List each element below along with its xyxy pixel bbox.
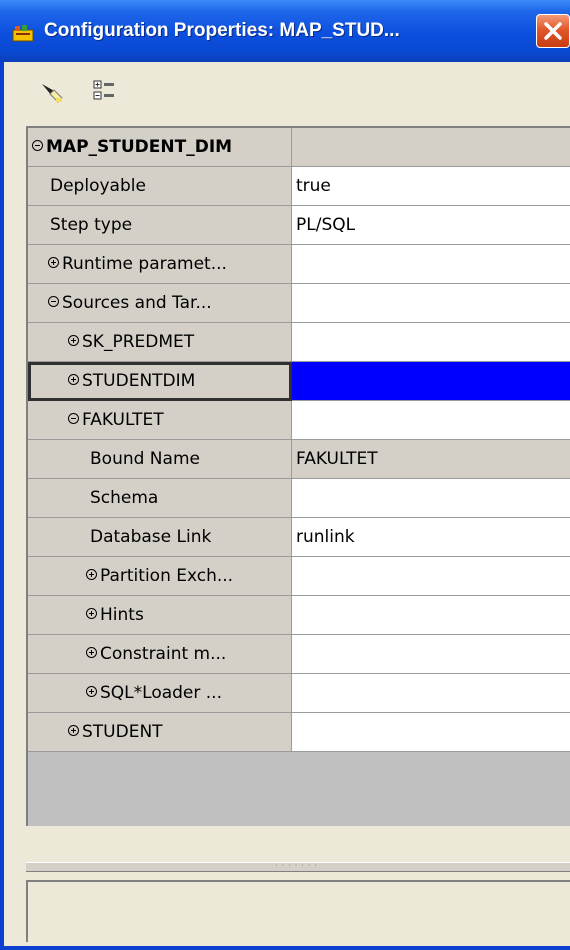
property-row-hints[interactable]: Hints [28,596,570,635]
property-name: SQL*Loader ... [100,683,222,703]
collapse-icon[interactable] [32,139,43,151]
property-value[interactable] [292,245,570,284]
property-row-database-link[interactable]: Database Link runlink [28,518,570,557]
property-name: SK_PREDMET [82,332,195,352]
expand-icon[interactable] [86,685,97,697]
property-value[interactable] [292,713,570,752]
property-value [292,128,570,167]
property-value[interactable] [292,596,570,635]
property-row-deployable[interactable]: Deployable true [28,167,570,206]
property-value[interactable]: true [292,167,570,206]
close-icon [544,22,562,40]
highlight-button[interactable] [36,76,66,106]
title-bar[interactable]: Configuration Properties: MAP_STUD... [0,0,570,62]
expand-icon[interactable] [68,373,79,385]
toolbar [4,62,570,120]
property-name: Constraint m... [100,644,227,664]
property-name: Bound Name [28,440,292,479]
property-row-root[interactable]: MAP_STUDENT_DIM [28,128,570,167]
collapse-icon[interactable] [68,412,79,424]
expand-collapse-icon [93,80,114,100]
property-name: Schema [28,479,292,518]
property-row-runtime-parameters[interactable]: Runtime paramet... [28,245,570,284]
property-row-studentdim[interactable]: STUDENTDIM [28,362,570,401]
property-value[interactable] [292,362,570,401]
property-value[interactable] [292,479,570,518]
property-value[interactable] [292,323,570,362]
property-value: FAKULTET [292,440,570,479]
property-name: Step type [28,206,292,245]
expand-icon[interactable] [68,334,79,346]
property-value[interactable] [292,557,570,596]
properties-panel: MAP_STUDENT_DIM Deployable true Step typ… [4,62,570,946]
property-row-sources-and-targets[interactable]: Sources and Tar... [28,284,570,323]
property-row-bound-name[interactable]: Bound Name FAKULTET [28,440,570,479]
property-name: Partition Exch... [100,566,234,586]
expand-icon[interactable] [68,724,79,736]
configuration-properties-window: Configuration Properties: MAP_STUD... MA… [0,0,570,950]
property-name: STUDENT [82,722,163,742]
expand-icon[interactable] [86,607,97,619]
expand-collapse-button[interactable] [90,76,120,106]
property-name: Sources and Tar... [62,293,212,313]
close-button[interactable] [536,14,570,48]
expand-icon[interactable] [48,256,59,268]
property-row-fakultet[interactable]: FAKULTET [28,401,570,440]
window-title: Configuration Properties: MAP_STUD... [44,20,400,41]
property-name: MAP_STUDENT_DIM [46,137,233,157]
property-name: Database Link [28,518,292,557]
expand-icon[interactable] [86,568,97,580]
property-value[interactable] [292,635,570,674]
property-row-schema[interactable]: Schema [28,479,570,518]
property-name: Runtime paramet... [62,254,227,274]
property-row-step-type[interactable]: Step type PL/SQL [28,206,570,245]
property-row-partition-exchange[interactable]: Partition Exch... [28,557,570,596]
app-icon [12,25,34,42]
property-value[interactable]: runlink [292,518,570,557]
property-row-constraint-management[interactable]: Constraint m... [28,635,570,674]
expand-icon[interactable] [86,646,97,658]
property-row-sql-loader[interactable]: SQL*Loader ... [28,674,570,713]
property-value[interactable]: PL/SQL [292,206,570,245]
splitter-handle[interactable]: ······· [26,862,570,872]
property-value[interactable] [292,674,570,713]
property-name: Deployable [28,167,292,206]
description-pane [26,880,570,942]
property-value[interactable] [292,284,570,323]
property-row-sk-predmet[interactable]: SK_PREDMET [28,323,570,362]
property-value[interactable] [292,401,570,440]
property-grid: MAP_STUDENT_DIM Deployable true Step typ… [26,126,570,826]
property-row-student[interactable]: STUDENT [28,713,570,752]
highlight-icon [42,84,63,103]
collapse-icon[interactable] [48,295,59,307]
property-name: STUDENTDIM [82,371,196,391]
property-name: FAKULTET [82,410,164,430]
property-name: Hints [100,605,144,625]
